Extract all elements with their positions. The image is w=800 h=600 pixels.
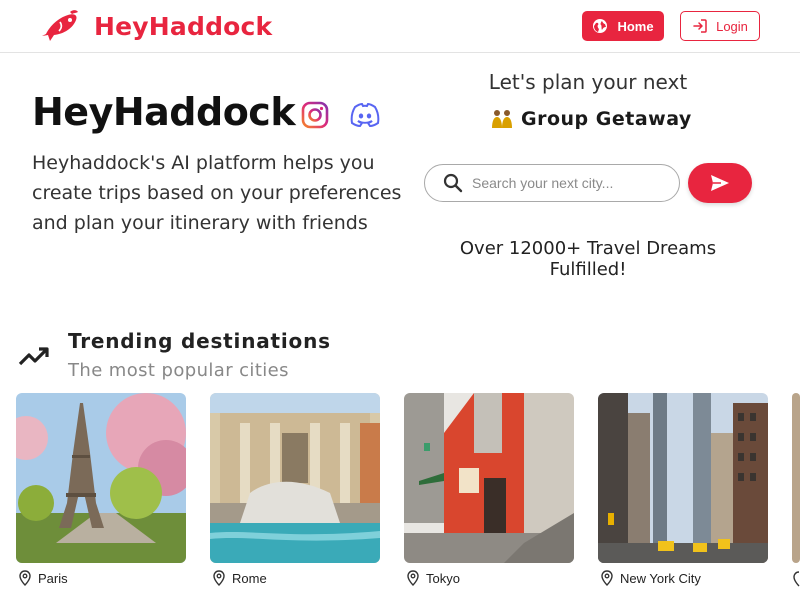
home-button[interactable]: Home xyxy=(582,11,664,41)
city-search-box[interactable] xyxy=(424,164,680,202)
city-card-new-york-city[interactable] xyxy=(598,393,768,563)
stats-text: Over 12000+ Travel Dreams Fulfilled! xyxy=(459,238,717,280)
city-card-paris[interactable] xyxy=(16,393,186,563)
brand-logo[interactable]: HeyHaddock xyxy=(40,8,272,44)
location-pin-icon xyxy=(213,570,225,586)
city-card-partial[interactable] xyxy=(792,393,800,563)
city-card-tokyo[interactable] xyxy=(404,393,574,563)
city-label-paris: Paris xyxy=(18,570,68,586)
location-pin-icon xyxy=(601,570,613,586)
trending-title: Trending destinations xyxy=(68,329,331,353)
discord-icon[interactable] xyxy=(350,101,380,129)
rome-image xyxy=(210,393,380,563)
trending-up-icon xyxy=(18,347,49,366)
brand-name: HeyHaddock xyxy=(94,11,273,41)
top-navbar: HeyHaddock Home Login xyxy=(0,0,800,53)
city-name: New York City xyxy=(620,570,701,586)
home-button-label: Home xyxy=(617,18,654,34)
search-icon xyxy=(443,173,463,193)
group-icon xyxy=(492,110,512,128)
city-name: Paris xyxy=(38,570,68,586)
city-image xyxy=(792,393,800,563)
hero-title: HeyHaddock xyxy=(32,90,296,134)
tokyo-image xyxy=(404,393,574,563)
city-label-tokyo: Tokyo xyxy=(406,570,460,586)
trip-type-label: Group Getaway xyxy=(521,108,692,130)
location-pin-icon xyxy=(19,570,31,586)
plan-headline: Let's plan your next xyxy=(488,70,688,94)
login-button[interactable]: Login xyxy=(680,11,760,41)
login-button-label: Login xyxy=(716,18,748,34)
trending-subtitle: The most popular cities xyxy=(68,360,289,381)
trip-type-rotator: Group Getaway xyxy=(490,108,692,130)
location-pin-icon xyxy=(407,570,419,586)
city-name: Tokyo xyxy=(426,570,460,586)
city-label-rome: Rome xyxy=(212,570,267,586)
city-name: Rome xyxy=(232,570,267,586)
hero-description: Heyhaddock's AI platform helps you creat… xyxy=(32,152,402,234)
location-pin-icon xyxy=(793,571,800,587)
paris-image xyxy=(16,393,186,563)
city-search-input[interactable] xyxy=(472,175,662,191)
fish-logo-icon xyxy=(42,10,78,41)
new-york-image xyxy=(598,393,768,563)
login-icon xyxy=(693,19,707,33)
city-label-new-york-city: New York City xyxy=(600,570,701,586)
city-card-rome[interactable] xyxy=(210,393,380,563)
search-submit-button[interactable] xyxy=(688,163,752,203)
instagram-icon[interactable] xyxy=(301,101,329,129)
send-icon xyxy=(711,175,729,191)
globe-icon xyxy=(593,19,608,33)
